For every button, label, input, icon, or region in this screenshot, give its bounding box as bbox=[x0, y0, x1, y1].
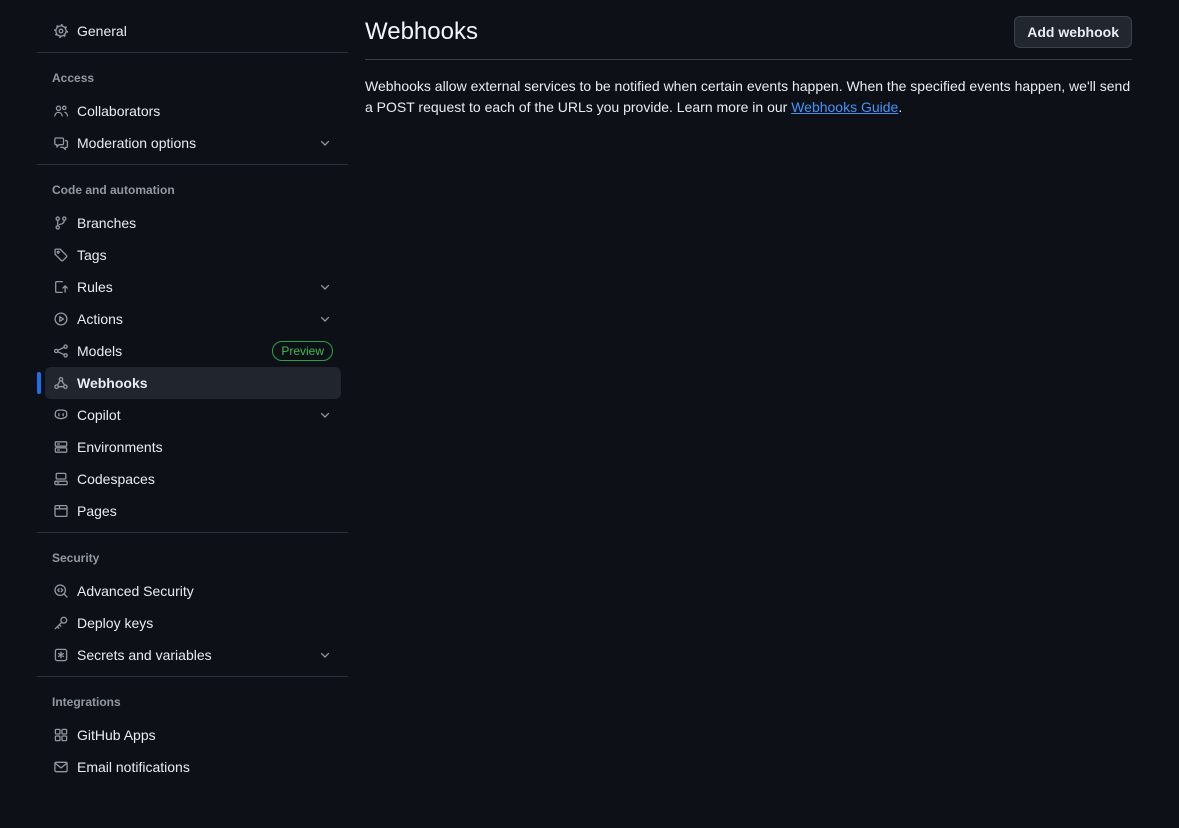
chevron-down-icon bbox=[317, 647, 333, 663]
sidebar-item-label: Deploy keys bbox=[77, 613, 153, 633]
tag-icon bbox=[53, 247, 69, 263]
sidebar-item-rules[interactable]: Rules bbox=[45, 271, 341, 303]
section-divider bbox=[37, 676, 348, 677]
sidebar-item-label: Moderation options bbox=[77, 133, 196, 153]
sidebar-item-label: Email notifications bbox=[77, 757, 190, 777]
section-divider bbox=[37, 52, 348, 53]
page-title: Webhooks bbox=[365, 17, 478, 47]
sidebar-item-label: Actions bbox=[77, 309, 123, 329]
copilot-icon bbox=[53, 407, 69, 423]
sidebar-item-email-notifications[interactable]: Email notifications bbox=[45, 751, 341, 783]
sidebar-item-label: Tags bbox=[77, 245, 107, 265]
settings-page: General Access Collaborators Moderation opt… bbox=[0, 0, 1179, 828]
server-icon bbox=[53, 439, 69, 455]
webhooks-description: Webhooks allow external services to be n… bbox=[365, 76, 1132, 118]
people-icon bbox=[53, 103, 69, 119]
chevron-down-icon bbox=[317, 407, 333, 423]
webhooks-guide-link[interactable]: Webhooks Guide bbox=[791, 99, 898, 115]
code-scan-icon bbox=[53, 583, 69, 599]
secret-icon bbox=[53, 647, 69, 663]
sidebar-item-github-apps[interactable]: GitHub Apps bbox=[45, 719, 341, 751]
browser-icon bbox=[53, 503, 69, 519]
sidebar-item-advanced-security[interactable]: Advanced Security bbox=[45, 575, 341, 607]
sidebar-item-label: Collaborators bbox=[77, 101, 160, 121]
sidebar-item-pages[interactable]: Pages bbox=[45, 495, 341, 527]
sidebar-item-label: Copilot bbox=[77, 405, 121, 425]
play-icon bbox=[53, 311, 69, 327]
sidebar-item-copilot[interactable]: Copilot bbox=[45, 399, 341, 431]
add-webhook-button[interactable]: Add webhook bbox=[1014, 16, 1132, 48]
sidebar-item-label: Environments bbox=[77, 437, 163, 457]
sidebar-item-codespaces[interactable]: Codespaces bbox=[45, 463, 341, 495]
page-subhead: Webhooks Add webhook bbox=[365, 0, 1132, 60]
sidebar-item-moderation-options[interactable]: Moderation options bbox=[45, 127, 341, 159]
ai-model-icon bbox=[53, 343, 69, 359]
comment-discussion-icon bbox=[53, 135, 69, 151]
webhooks-panel: Webhooks Add webhook Webhooks allow exte… bbox=[348, 0, 1179, 828]
codespaces-icon bbox=[53, 471, 69, 487]
sidebar-item-models[interactable]: Models Preview bbox=[45, 335, 341, 367]
git-branch-icon bbox=[53, 215, 69, 231]
sidebar-item-collaborators[interactable]: Collaborators bbox=[45, 95, 341, 127]
sidebar-section-label-integrations: Integrations bbox=[52, 694, 340, 710]
mail-icon bbox=[53, 759, 69, 775]
sidebar-item-label: Models bbox=[77, 341, 122, 361]
sidebar-section-label-access: Access bbox=[52, 70, 340, 86]
sidebar-item-branches[interactable]: Branches bbox=[45, 207, 341, 239]
sidebar-item-label: GitHub Apps bbox=[77, 725, 156, 745]
sidebar-item-label: Webhooks bbox=[77, 373, 148, 393]
sidebar-item-label: Codespaces bbox=[77, 469, 155, 489]
description-text-before-link: Webhooks allow external services to be n… bbox=[365, 78, 1130, 115]
section-divider bbox=[37, 164, 348, 165]
section-divider bbox=[37, 532, 348, 533]
gear-icon bbox=[53, 23, 69, 39]
webhook-icon bbox=[53, 375, 69, 391]
sidebar-item-actions[interactable]: Actions bbox=[45, 303, 341, 335]
description-text-after-link: . bbox=[898, 99, 902, 115]
sidebar-item-secrets-and-variables[interactable]: Secrets and variables bbox=[45, 639, 341, 671]
sidebar-item-environments[interactable]: Environments bbox=[45, 431, 341, 463]
rules-icon bbox=[53, 279, 69, 295]
chevron-down-icon bbox=[317, 135, 333, 151]
sidebar-section-label-code-and-automation: Code and automation bbox=[52, 182, 340, 198]
sidebar-item-general[interactable]: General bbox=[45, 15, 341, 47]
sidebar-item-label: Rules bbox=[77, 277, 113, 297]
sidebar-item-deploy-keys[interactable]: Deploy keys bbox=[45, 607, 341, 639]
sidebar-item-webhooks[interactable]: Webhooks bbox=[45, 367, 341, 399]
chevron-down-icon bbox=[317, 279, 333, 295]
sidebar-item-label: Advanced Security bbox=[77, 581, 194, 601]
sidebar-item-label: Branches bbox=[77, 213, 136, 233]
preview-badge: Preview bbox=[272, 341, 333, 361]
sidebar-item-label: General bbox=[77, 21, 127, 41]
apps-icon bbox=[53, 727, 69, 743]
sidebar-item-label: Pages bbox=[77, 501, 117, 521]
key-icon bbox=[53, 615, 69, 631]
sidebar-section-label-security: Security bbox=[52, 550, 340, 566]
chevron-down-icon bbox=[317, 311, 333, 327]
sidebar-item-label: Secrets and variables bbox=[77, 645, 212, 665]
sidebar-item-tags[interactable]: Tags bbox=[45, 239, 341, 271]
settings-sidebar: General Access Collaborators Moderation opt… bbox=[0, 0, 348, 828]
